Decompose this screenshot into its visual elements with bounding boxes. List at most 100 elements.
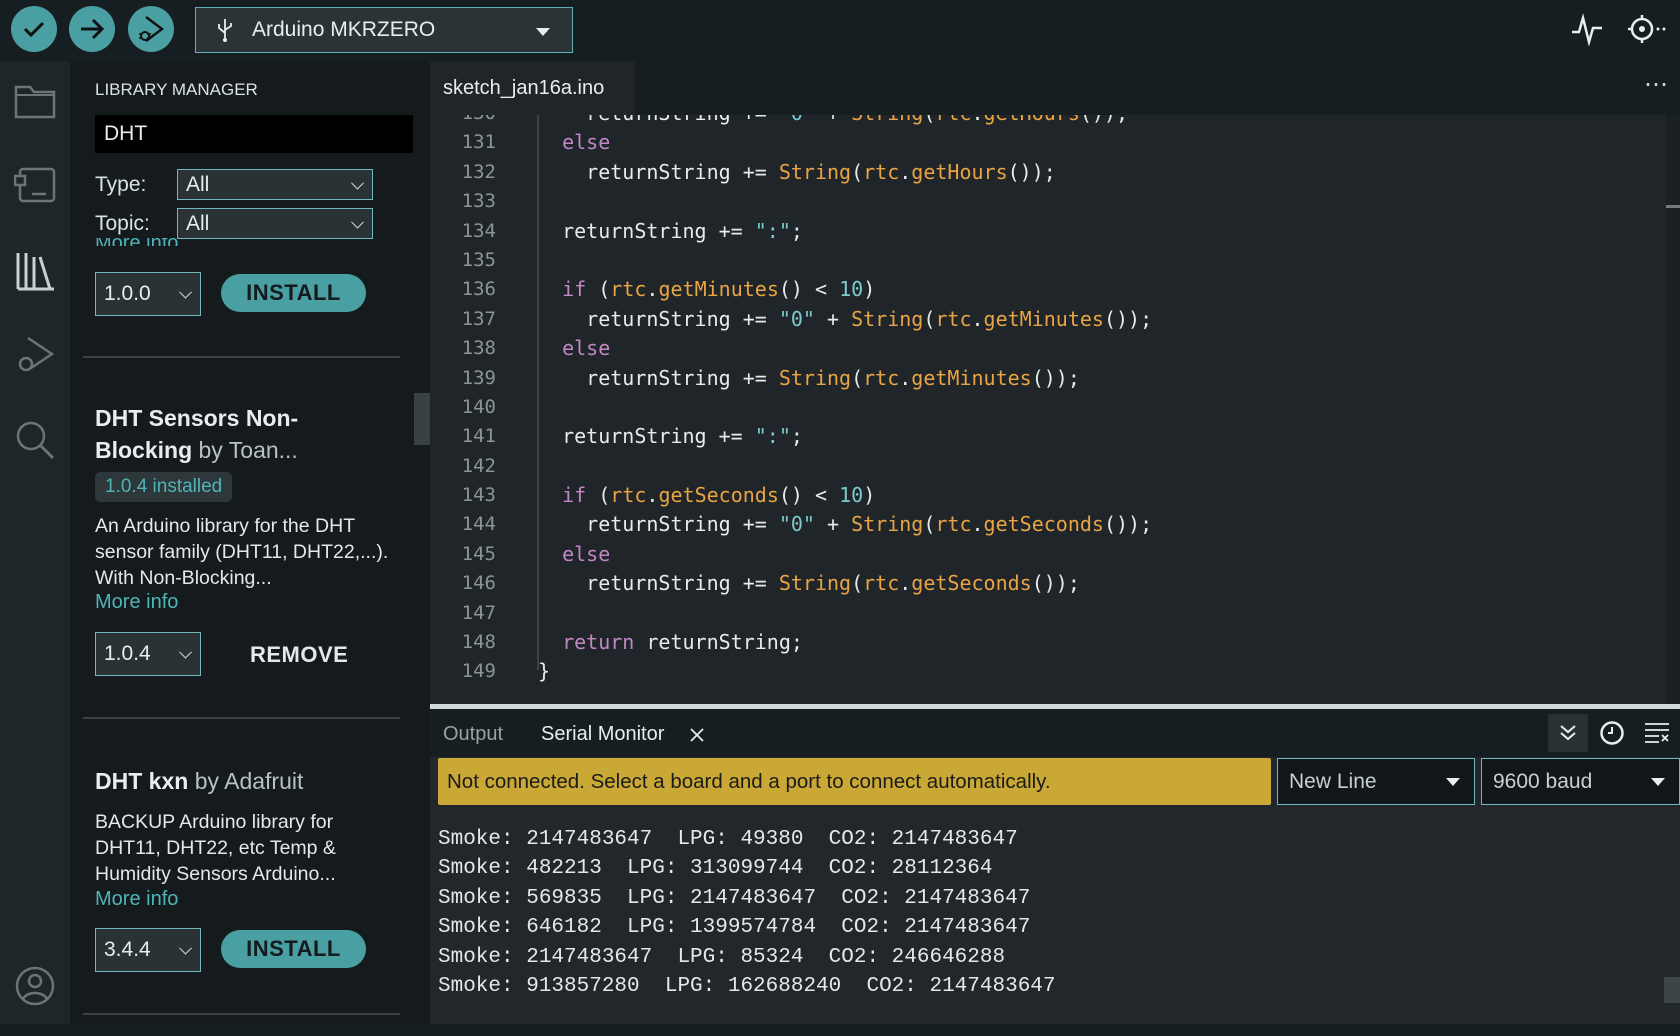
- editor-tab-bar: sketch_jan16a.ino ⋯: [430, 62, 1680, 115]
- token: returnString +=: [538, 306, 779, 331]
- token: (: [923, 512, 936, 537]
- code-line: 147: [430, 599, 1680, 628]
- token: ());: [1031, 571, 1080, 596]
- library-search-input[interactable]: [95, 115, 413, 153]
- folder-icon: [14, 85, 56, 119]
- code-editor[interactable]: 130 returnString += "0" + String(rtc.get…: [430, 62, 1680, 704]
- serial-scrollbar[interactable]: [1664, 977, 1680, 1003]
- install-button[interactable]: INSTALL: [221, 930, 366, 968]
- remove-button[interactable]: REMOVE: [250, 642, 348, 668]
- token-fn: String: [851, 512, 924, 537]
- version-value: 1.0.4: [104, 642, 151, 665]
- token-kw: else: [562, 336, 611, 361]
- library-manager-button[interactable]: [10, 245, 60, 295]
- code-line: 131 else: [430, 128, 1680, 157]
- serial-monitor-button[interactable]: [1625, 12, 1669, 51]
- version-select[interactable]: 1.0.0: [95, 272, 201, 316]
- line-number: 141: [461, 425, 496, 448]
- debug-button[interactable]: [128, 6, 174, 52]
- type-select[interactable]: All: [177, 169, 373, 200]
- code-line: 133: [430, 187, 1680, 216]
- library-filter-area: LIBRARY MANAGER Type: All Topic: All: [70, 62, 430, 239]
- line-number: 147: [461, 601, 496, 624]
- token: +: [814, 512, 852, 537]
- tab-serial-monitor[interactable]: Serial Monitor: [541, 723, 664, 746]
- token: ());: [1103, 512, 1153, 537]
- library-title: DHT kxn by Adafruit: [95, 765, 395, 797]
- account-icon: [15, 966, 55, 1006]
- token: returnString +=: [538, 424, 755, 449]
- ellipsis-icon[interactable]: ⋯: [1644, 70, 1668, 99]
- code-lines: 130 returnString += "0" + String(rtc.get…: [430, 99, 1680, 687]
- library-scrollbar[interactable]: [414, 393, 430, 445]
- more-info-link[interactable]: More info: [95, 888, 178, 911]
- version-select[interactable]: 3.4.4: [95, 928, 201, 972]
- line-ending-select[interactable]: New Line: [1277, 758, 1475, 805]
- editor-scrollbar[interactable]: [1666, 115, 1680, 704]
- library-icon: [16, 253, 54, 291]
- caret-down-icon: [536, 28, 550, 36]
- baud-rate-select[interactable]: 9600 baud: [1481, 758, 1680, 805]
- install-button[interactable]: INSTALL: [221, 274, 366, 312]
- line-number: 142: [461, 454, 496, 477]
- token: returnString +=: [538, 218, 755, 243]
- token-fn: getMinutes: [983, 306, 1104, 331]
- line-number: 132: [461, 160, 496, 183]
- chevron-down-icon: [179, 645, 192, 659]
- code-line: 143 if (rtc.getSeconds() < 10): [430, 481, 1680, 510]
- library-author: by Adafruit: [194, 768, 304, 794]
- token: .: [971, 306, 984, 331]
- clear-output-button[interactable]: [1637, 714, 1677, 752]
- bottom-panel: Output Serial Monitor Not connected. Sel…: [430, 709, 1680, 1024]
- serial-plotter-button[interactable]: [1570, 12, 1604, 51]
- code-text: returnString += "0" + String(rtc.getSeco…: [538, 510, 1152, 539]
- pulse-icon: [1572, 13, 1602, 47]
- topic-select[interactable]: All: [177, 208, 373, 239]
- serial-line: Smoke: 569835 LPG: 2147483647 CO2: 21474…: [438, 886, 1031, 910]
- version-select[interactable]: 1.0.4: [95, 632, 201, 676]
- board-selector[interactable]: Arduino MKRZERO: [195, 7, 573, 53]
- token: () <: [778, 277, 840, 302]
- token-fn: getMinutes: [911, 365, 1032, 390]
- double-chevron-down-icon: [1560, 725, 1576, 741]
- account-button[interactable]: [10, 961, 60, 1011]
- tab-sketch[interactable]: sketch_jan16a.ino: [430, 62, 635, 115]
- divider: [83, 356, 400, 358]
- code-text: returnString += String(rtc.getMinutes())…: [538, 364, 1080, 393]
- boards-manager-button[interactable]: [10, 160, 60, 210]
- check-icon: [23, 21, 45, 38]
- line-number: 138: [461, 337, 496, 360]
- tab-output[interactable]: Output: [443, 723, 503, 746]
- autoscroll-button[interactable]: [1548, 714, 1588, 752]
- close-icon[interactable]: [689, 727, 705, 743]
- token: ());: [1103, 306, 1153, 331]
- token-fn: String: [851, 306, 924, 331]
- panel-title: LIBRARY MANAGER: [95, 80, 258, 99]
- sketchbook-button[interactable]: [10, 76, 60, 126]
- debug-view-button[interactable]: [10, 330, 60, 380]
- token: .: [899, 159, 912, 184]
- timestamp-button[interactable]: [1592, 714, 1632, 752]
- library-name: DHT kxn: [95, 768, 189, 794]
- token-fn: rtc: [863, 571, 900, 596]
- code-line: 136 if (rtc.getMinutes() < 10): [430, 275, 1680, 304]
- upload-button[interactable]: [69, 6, 115, 52]
- activity-bar: [0, 62, 70, 1024]
- token-kw: return: [562, 630, 635, 655]
- debug-icon: [18, 336, 55, 372]
- verify-button[interactable]: [11, 6, 57, 52]
- code-line: 139 returnString += String(rtc.getMinute…: [430, 364, 1680, 393]
- library-manager-panel: More info 1.0.0 INSTALL DHT Sensors Non-…: [70, 62, 430, 1024]
- type-value: All: [186, 172, 210, 196]
- search-button[interactable]: [10, 415, 60, 465]
- code-line: 132 returnString += String(rtc.getHours(…: [430, 158, 1680, 187]
- token: ());: [1031, 365, 1080, 390]
- more-info-link[interactable]: More info: [95, 591, 178, 614]
- version-value: 3.4.4: [104, 938, 151, 961]
- type-label: Type:: [95, 173, 147, 196]
- caret-down-icon: [1446, 778, 1460, 786]
- scroll-thumb[interactable]: [1666, 205, 1680, 208]
- token-fn: getSeconds: [983, 512, 1104, 537]
